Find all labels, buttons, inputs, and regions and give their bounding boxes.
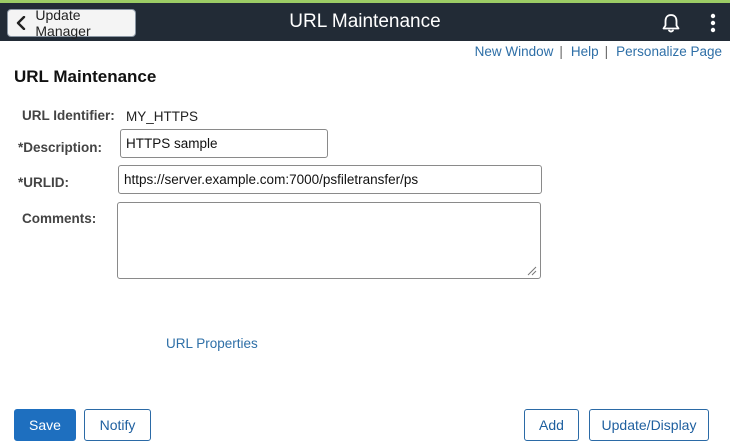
page-title: URL Maintenance: [14, 67, 157, 86]
add-button[interactable]: Add: [524, 409, 579, 441]
update-display-button[interactable]: Update/Display: [589, 409, 709, 441]
app-header: Update Manager URL Maintenance: [0, 3, 730, 41]
toolbar-separator: |: [604, 44, 609, 59]
notify-button[interactable]: Notify: [84, 409, 151, 441]
url-identifier-label: URL Identifier:: [22, 108, 115, 123]
bell-icon[interactable]: [660, 12, 682, 34]
save-button[interactable]: Save: [14, 409, 76, 441]
resize-grip-icon[interactable]: [526, 263, 537, 276]
help-link[interactable]: Help: [571, 44, 599, 59]
urlid-label: *URLID:: [18, 175, 69, 190]
kebab-menu-icon[interactable]: [707, 12, 719, 34]
comments-label: Comments:: [22, 211, 97, 226]
personalize-page-link[interactable]: Personalize Page: [616, 44, 722, 59]
url-properties-link[interactable]: URL Properties: [166, 336, 258, 351]
toolbar-separator: |: [559, 44, 563, 59]
description-label: *Description:: [18, 140, 103, 155]
header-title: URL Maintenance: [289, 11, 441, 32]
url-identifier-value: MY_HTTPS: [126, 109, 199, 124]
new-window-link[interactable]: New Window: [475, 44, 554, 59]
comments-textarea[interactable]: [117, 202, 541, 279]
description-field[interactable]: [120, 129, 328, 158]
toolbar-links: New Window | Help | Personalize Page: [475, 44, 722, 59]
urlid-field[interactable]: [118, 165, 542, 194]
